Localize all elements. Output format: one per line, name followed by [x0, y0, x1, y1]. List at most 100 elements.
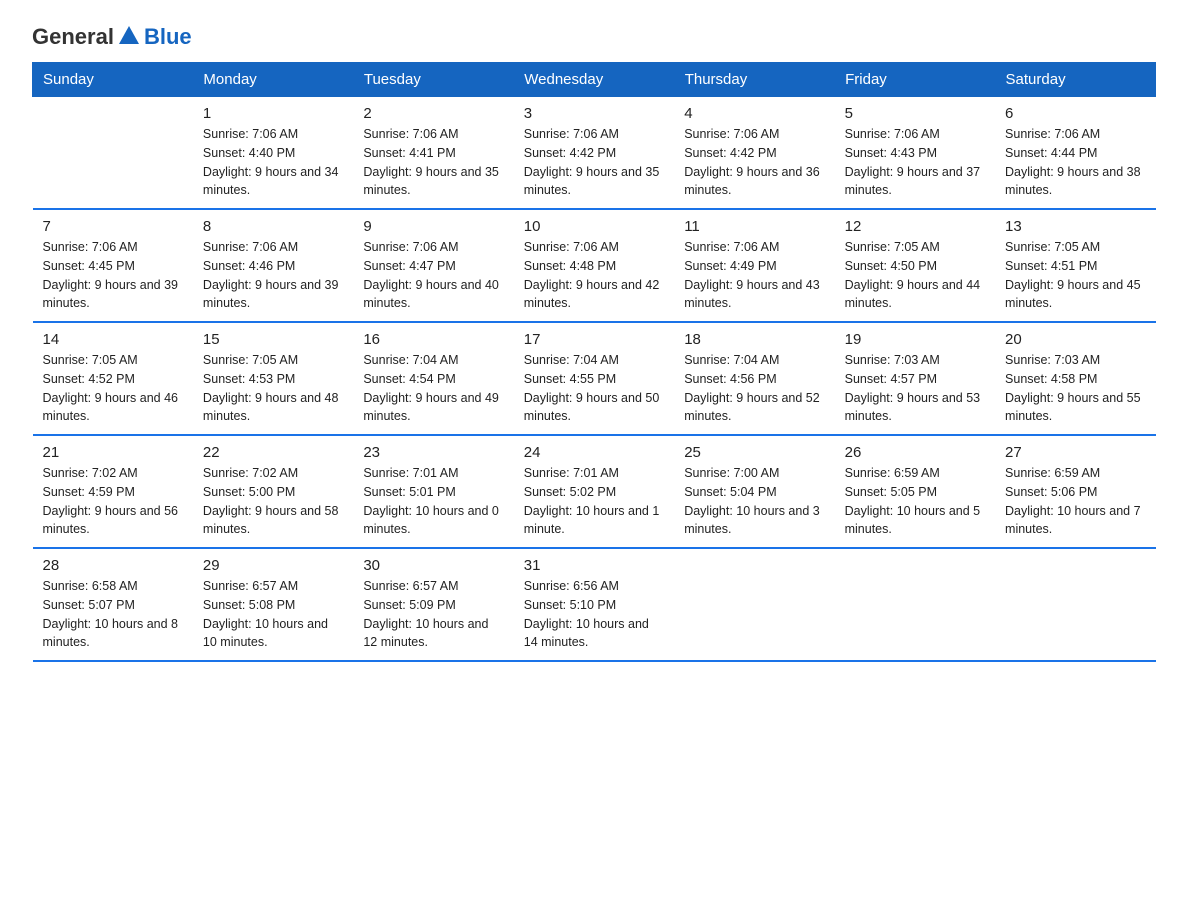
- day-number: 10: [524, 218, 664, 235]
- calendar-cell: [995, 548, 1155, 661]
- calendar-header-row: SundayMondayTuesdayWednesdayThursdayFrid…: [33, 63, 1156, 97]
- calendar-cell: 29Sunrise: 6:57 AMSunset: 5:08 PMDayligh…: [193, 548, 353, 661]
- calendar-cell: 23 Sunrise: 7:01 AMSunset: 5:01 PMDayligh…: [353, 435, 513, 548]
- day-info: Sunrise: 7:06 AMSunset: 4:44 PMDaylight:…: [1005, 125, 1145, 200]
- header-tuesday: Tuesday: [353, 63, 513, 97]
- calendar-cell: 26 Sunrise: 6:59 AMSunset: 5:05 PMDayligh…: [835, 435, 995, 548]
- day-info: Sunrise: 7:02 AMSunset: 5:00 PMDaylight:…: [203, 464, 343, 539]
- calendar-cell: 30 Sunrise: 6:57 AMSunset: 5:09 PMDayligh…: [353, 548, 513, 661]
- calendar-cell: 4 Sunrise: 7:06 AMSunset: 4:42 PMDaylight…: [674, 97, 834, 210]
- calendar-week-row: 1 Sunrise: 7:06 AMSunset: 4:40 PMDaylight…: [33, 97, 1156, 210]
- day-info: Sunrise: 7:06 AMSunset: 4:47 PMDaylight:…: [363, 238, 503, 313]
- day-info: Sunrise: 7:04 AMSunset: 4:54 PMDaylight:…: [363, 351, 503, 426]
- calendar-cell: [835, 548, 995, 661]
- day-info: Sunrise: 7:06 AMSunset: 4:46 PMDaylight:…: [203, 238, 343, 313]
- calendar-cell: 21Sunrise: 7:02 AMSunset: 4:59 PMDayligh…: [33, 435, 193, 548]
- calendar-cell: 5Sunrise: 7:06 AMSunset: 4:43 PMDaylight…: [835, 97, 995, 210]
- day-number: 1: [203, 105, 343, 122]
- header-monday: Monday: [193, 63, 353, 97]
- day-number: 25: [684, 444, 824, 461]
- day-info: Sunrise: 7:05 AMSunset: 4:51 PMDaylight:…: [1005, 238, 1145, 313]
- day-info: Sunrise: 7:00 AMSunset: 5:04 PMDaylight:…: [684, 464, 824, 539]
- day-info: Sunrise: 7:06 AMSunset: 4:49 PMDaylight:…: [684, 238, 824, 313]
- calendar-cell: 31 Sunrise: 6:56 AMSunset: 5:10 PMDayligh…: [514, 548, 674, 661]
- day-number: 29: [203, 557, 343, 574]
- day-info: Sunrise: 7:06 AMSunset: 4:48 PMDaylight:…: [524, 238, 664, 313]
- calendar-cell: [33, 97, 193, 210]
- day-info: Sunrise: 7:05 AMSunset: 4:52 PMDaylight:…: [43, 351, 183, 426]
- page-header: General Blue: [32, 24, 1156, 50]
- calendar-cell: 9 Sunrise: 7:06 AMSunset: 4:47 PMDaylight…: [353, 209, 513, 322]
- day-info: Sunrise: 7:06 AMSunset: 4:42 PMDaylight:…: [524, 125, 664, 200]
- day-info: Sunrise: 7:05 AMSunset: 4:53 PMDaylight:…: [203, 351, 343, 426]
- calendar-cell: 13Sunrise: 7:05 AMSunset: 4:51 PMDayligh…: [995, 209, 1155, 322]
- day-info: Sunrise: 7:06 AMSunset: 4:43 PMDaylight:…: [845, 125, 985, 200]
- calendar-week-row: 14 Sunrise: 7:05 AMSunset: 4:52 PMDayligh…: [33, 322, 1156, 435]
- day-number: 12: [845, 218, 985, 235]
- day-number: 16: [363, 331, 503, 348]
- calendar-cell: 12 Sunrise: 7:05 AMSunset: 4:50 PMDayligh…: [835, 209, 995, 322]
- day-info: Sunrise: 6:56 AMSunset: 5:10 PMDaylight:…: [524, 577, 664, 652]
- calendar-cell: 8 Sunrise: 7:06 AMSunset: 4:46 PMDaylight…: [193, 209, 353, 322]
- calendar-cell: 28 Sunrise: 6:58 AMSunset: 5:07 PMDayligh…: [33, 548, 193, 661]
- day-number: 20: [1005, 331, 1145, 348]
- calendar-week-row: 28 Sunrise: 6:58 AMSunset: 5:07 PMDayligh…: [33, 548, 1156, 661]
- day-number: 15: [203, 331, 343, 348]
- calendar-cell: 11Sunrise: 7:06 AMSunset: 4:49 PMDayligh…: [674, 209, 834, 322]
- calendar-week-row: 21Sunrise: 7:02 AMSunset: 4:59 PMDayligh…: [33, 435, 1156, 548]
- day-number: 9: [363, 218, 503, 235]
- calendar-cell: 14 Sunrise: 7:05 AMSunset: 4:52 PMDayligh…: [33, 322, 193, 435]
- header-wednesday: Wednesday: [514, 63, 674, 97]
- calendar-cell: 1 Sunrise: 7:06 AMSunset: 4:40 PMDaylight…: [193, 97, 353, 210]
- header-thursday: Thursday: [674, 63, 834, 97]
- day-number: 30: [363, 557, 503, 574]
- day-info: Sunrise: 7:06 AMSunset: 4:41 PMDaylight:…: [363, 125, 503, 200]
- day-number: 26: [845, 444, 985, 461]
- day-number: 31: [524, 557, 664, 574]
- day-info: Sunrise: 7:06 AMSunset: 4:45 PMDaylight:…: [43, 238, 183, 313]
- day-info: Sunrise: 6:59 AMSunset: 5:05 PMDaylight:…: [845, 464, 985, 539]
- day-number: 3: [524, 105, 664, 122]
- calendar-cell: 22Sunrise: 7:02 AMSunset: 5:00 PMDayligh…: [193, 435, 353, 548]
- calendar-cell: 19Sunrise: 7:03 AMSunset: 4:57 PMDayligh…: [835, 322, 995, 435]
- header-friday: Friday: [835, 63, 995, 97]
- day-number: 21: [43, 444, 183, 461]
- calendar-table: SundayMondayTuesdayWednesdayThursdayFrid…: [32, 62, 1156, 662]
- calendar-cell: 7 Sunrise: 7:06 AMSunset: 4:45 PMDaylight…: [33, 209, 193, 322]
- logo: General Blue: [32, 24, 192, 50]
- day-info: Sunrise: 6:58 AMSunset: 5:07 PMDaylight:…: [43, 577, 183, 652]
- calendar-cell: 15 Sunrise: 7:05 AMSunset: 4:53 PMDayligh…: [193, 322, 353, 435]
- day-info: Sunrise: 7:04 AMSunset: 4:55 PMDaylight:…: [524, 351, 664, 426]
- day-info: Sunrise: 6:59 AMSunset: 5:06 PMDaylight:…: [1005, 464, 1145, 539]
- calendar-cell: 24Sunrise: 7:01 AMSunset: 5:02 PMDayligh…: [514, 435, 674, 548]
- day-info: Sunrise: 7:06 AMSunset: 4:42 PMDaylight:…: [684, 125, 824, 200]
- calendar-cell: 25 Sunrise: 7:00 AMSunset: 5:04 PMDayligh…: [674, 435, 834, 548]
- day-number: 17: [524, 331, 664, 348]
- day-number: 27: [1005, 444, 1145, 461]
- day-number: 7: [43, 218, 183, 235]
- day-number: 8: [203, 218, 343, 235]
- calendar-cell: [674, 548, 834, 661]
- day-number: 24: [524, 444, 664, 461]
- day-info: Sunrise: 7:01 AMSunset: 5:01 PMDaylight:…: [363, 464, 503, 539]
- day-number: 14: [43, 331, 183, 348]
- calendar-cell: 20 Sunrise: 7:03 AMSunset: 4:58 PMDayligh…: [995, 322, 1155, 435]
- logo-text-blue: Blue: [144, 24, 192, 50]
- calendar-cell: 16 Sunrise: 7:04 AMSunset: 4:54 PMDayligh…: [353, 322, 513, 435]
- day-number: 28: [43, 557, 183, 574]
- day-number: 2: [363, 105, 503, 122]
- calendar-cell: 18Sunrise: 7:04 AMSunset: 4:56 PMDayligh…: [674, 322, 834, 435]
- day-info: Sunrise: 7:05 AMSunset: 4:50 PMDaylight:…: [845, 238, 985, 313]
- day-info: Sunrise: 6:57 AMSunset: 5:09 PMDaylight:…: [363, 577, 503, 652]
- day-number: 4: [684, 105, 824, 122]
- logo-triangle-icon: [119, 26, 139, 44]
- calendar-cell: 6Sunrise: 7:06 AMSunset: 4:44 PMDaylight…: [995, 97, 1155, 210]
- day-info: Sunrise: 7:03 AMSunset: 4:58 PMDaylight:…: [1005, 351, 1145, 426]
- day-number: 23: [363, 444, 503, 461]
- calendar-cell: 27 Sunrise: 6:59 AMSunset: 5:06 PMDayligh…: [995, 435, 1155, 548]
- day-info: Sunrise: 7:06 AMSunset: 4:40 PMDaylight:…: [203, 125, 343, 200]
- calendar-cell: 10 Sunrise: 7:06 AMSunset: 4:48 PMDayligh…: [514, 209, 674, 322]
- logo-text-general: General: [32, 24, 114, 50]
- day-number: 19: [845, 331, 985, 348]
- calendar-week-row: 7 Sunrise: 7:06 AMSunset: 4:45 PMDaylight…: [33, 209, 1156, 322]
